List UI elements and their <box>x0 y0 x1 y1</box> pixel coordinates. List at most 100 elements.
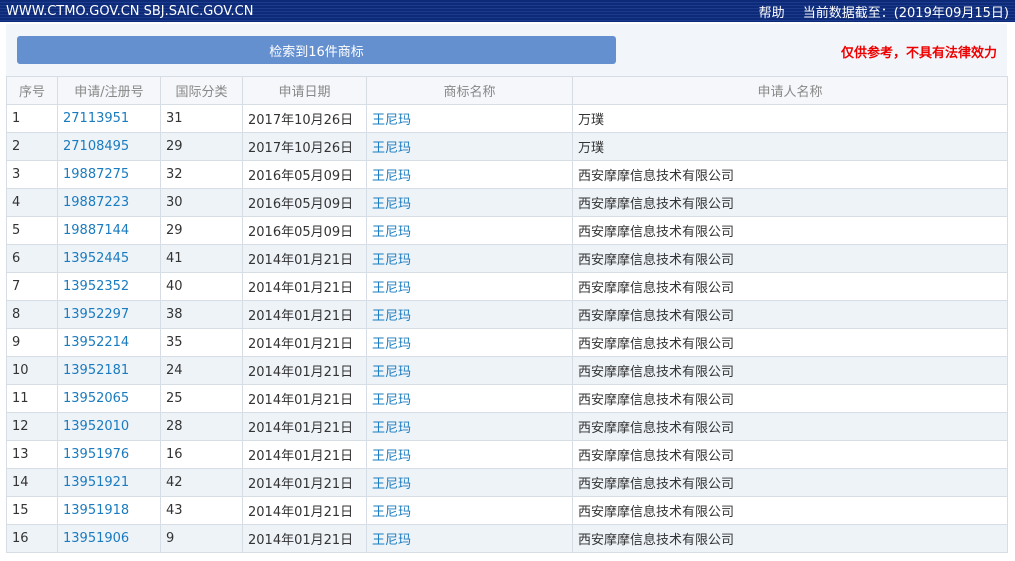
reg-number-link[interactable]: 13952065 <box>63 391 129 406</box>
table-row: 12 13952010 28 2014年01月21日 王尼玛 西安摩摩信息技术有限公司 <box>6 412 1008 441</box>
trademark-name-link[interactable]: 王尼玛 <box>372 141 411 156</box>
col-reg-number-cell: 13951976 <box>57 440 161 469</box>
col-reg-number-cell: 13952445 <box>57 244 161 273</box>
col-date-cell: 2014年01月21日 <box>242 468 367 497</box>
col-trademark-name-cell: 王尼玛 <box>366 384 573 413</box>
col-class-cell: 42 <box>160 468 243 497</box>
reg-number-link[interactable]: 13951918 <box>63 503 129 518</box>
col-class-cell: 38 <box>160 300 243 329</box>
col-class-cell: 29 <box>160 132 243 161</box>
col-class-cell: 40 <box>160 272 243 301</box>
table-row: 13 13951976 16 2014年01月21日 王尼玛 西安摩摩信息技术有限公司 <box>6 440 1008 469</box>
col-index-cell: 16 <box>6 524 58 553</box>
disclaimer: 仅供参考，不具有法律效力 <box>840 46 997 61</box>
col-trademark-name-cell: 王尼玛 <box>366 244 573 273</box>
trademark-name-link[interactable]: 王尼玛 <box>372 309 411 324</box>
reg-number-link[interactable]: 13952214 <box>63 335 129 350</box>
trademark-name-link[interactable]: 王尼玛 <box>372 281 411 296</box>
trademark-name-link[interactable]: 王尼玛 <box>372 505 411 520</box>
col-applicant-cell: 西安摩摩信息技术有限公司 <box>572 188 1008 217</box>
col-trademark-name-cell: 王尼玛 <box>366 524 573 553</box>
reg-number-link[interactable]: 19887144 <box>63 223 129 238</box>
reg-number-link[interactable]: 13951976 <box>63 447 129 462</box>
trademark-name-link[interactable]: 王尼玛 <box>372 365 411 380</box>
reg-number-link[interactable]: 27108495 <box>63 139 129 154</box>
header-col-applicant: 申请人名称 <box>572 76 1008 105</box>
col-reg-number-cell: 19887144 <box>57 216 161 245</box>
table-row: 11 13952065 25 2014年01月21日 王尼玛 西安摩摩信息技术有限公司 <box>6 384 1008 413</box>
col-date-cell: 2017年10月26日 <box>242 132 367 161</box>
col-date-cell: 2016年05月09日 <box>242 216 367 245</box>
col-date-cell: 2014年01月21日 <box>242 272 367 301</box>
col-trademark-name-cell: 王尼玛 <box>366 216 573 245</box>
col-class-cell: 25 <box>160 384 243 413</box>
trademark-table: 序号 申请/注册号 国际分类 申请日期 商标名称 申请人名称 1 27113951 31 201… <box>6 76 1008 553</box>
col-index-cell: 7 <box>6 272 58 301</box>
trademark-name-link[interactable]: 王尼玛 <box>372 393 411 408</box>
col-reg-number-cell: 19887275 <box>57 160 161 189</box>
trademark-name-link[interactable]: 王尼玛 <box>372 113 411 128</box>
table-row: 6 13952445 41 2014年01月21日 王尼玛 西安摩摩信息技术有限公司 <box>6 244 1008 273</box>
col-index-cell: 4 <box>6 188 58 217</box>
col-applicant-cell: 西安摩摩信息技术有限公司 <box>572 384 1008 413</box>
col-date-cell: 2014年01月21日 <box>242 244 367 273</box>
trademark-name-link[interactable]: 王尼玛 <box>372 225 411 240</box>
reg-number-link[interactable]: 13951921 <box>63 475 129 490</box>
table-row: 4 19887223 30 2016年05月09日 王尼玛 西安摩摩信息技术有限公司 <box>6 188 1008 217</box>
reg-number-link[interactable]: 13951906 <box>63 531 129 546</box>
col-class-cell: 31 <box>160 104 243 133</box>
col-date-cell: 2014年01月21日 <box>242 496 367 525</box>
col-date-cell: 2014年01月21日 <box>242 440 367 469</box>
trademark-name-link[interactable]: 王尼玛 <box>372 197 411 212</box>
col-trademark-name-cell: 王尼玛 <box>366 272 573 301</box>
reg-number-link[interactable]: 13952352 <box>63 279 129 294</box>
col-applicant-cell: 西安摩摩信息技术有限公司 <box>572 496 1008 525</box>
col-applicant-cell: 西安摩摩信息技术有限公司 <box>572 524 1008 553</box>
col-trademark-name-cell: 王尼玛 <box>366 468 573 497</box>
col-date-cell: 2016年05月09日 <box>242 160 367 189</box>
col-reg-number-cell: 13951906 <box>57 524 161 553</box>
col-reg-number-cell: 27108495 <box>57 132 161 161</box>
col-index-cell: 10 <box>6 356 58 385</box>
col-class-cell: 29 <box>160 216 243 245</box>
trademark-name-link[interactable]: 王尼玛 <box>372 449 411 464</box>
col-class-cell: 24 <box>160 356 243 385</box>
col-applicant-cell: 西安摩摩信息技术有限公司 <box>572 356 1008 385</box>
col-index-cell: 8 <box>6 300 58 329</box>
col-trademark-name-cell: 王尼玛 <box>366 132 573 161</box>
reg-number-link[interactable]: 13952445 <box>63 251 129 266</box>
col-class-cell: 32 <box>160 160 243 189</box>
trademark-name-link[interactable]: 王尼玛 <box>372 337 411 352</box>
col-reg-number-cell: 13952297 <box>57 300 161 329</box>
trademark-name-link[interactable]: 王尼玛 <box>372 421 411 436</box>
search-result-button[interactable]: 检索到16件商标 <box>17 36 616 64</box>
reg-number-link[interactable]: 13952181 <box>63 363 129 378</box>
col-class-cell: 16 <box>160 440 243 469</box>
col-class-cell: 9 <box>160 524 243 553</box>
col-date-cell: 2014年01月21日 <box>242 328 367 357</box>
col-applicant-cell: 万璞 <box>572 132 1008 161</box>
reg-number-link[interactable]: 27113951 <box>63 111 129 126</box>
trademark-name-link[interactable]: 王尼玛 <box>372 477 411 492</box>
col-reg-number-cell: 13951918 <box>57 496 161 525</box>
col-index-cell: 3 <box>6 160 58 189</box>
col-class-cell: 35 <box>160 328 243 357</box>
col-trademark-name-cell: 王尼玛 <box>366 188 573 217</box>
col-trademark-name-cell: 王尼玛 <box>366 160 573 189</box>
col-index-cell: 11 <box>6 384 58 413</box>
reg-number-link[interactable]: 19887275 <box>63 167 129 182</box>
col-trademark-name-cell: 王尼玛 <box>366 440 573 469</box>
table-row: 9 13952214 35 2014年01月21日 王尼玛 西安摩摩信息技术有限公司 <box>6 328 1008 357</box>
col-applicant-cell: 西安摩摩信息技术有限公司 <box>572 216 1008 245</box>
reg-number-link[interactable]: 13952010 <box>63 419 129 434</box>
reg-number-link[interactable]: 19887223 <box>63 195 129 210</box>
trademark-name-link[interactable]: 王尼玛 <box>372 253 411 268</box>
reg-number-link[interactable]: 13952297 <box>63 307 129 322</box>
col-date-cell: 2014年01月21日 <box>242 356 367 385</box>
col-trademark-name-cell: 王尼玛 <box>366 104 573 133</box>
col-applicant-cell: 西安摩摩信息技术有限公司 <box>572 468 1008 497</box>
trademark-name-link[interactable]: 王尼玛 <box>372 533 411 548</box>
table-row: 1 27113951 31 2017年10月26日 王尼玛 万璞 <box>6 104 1008 133</box>
trademark-name-link[interactable]: 王尼玛 <box>372 169 411 184</box>
help-link[interactable]: 帮助 <box>759 6 785 21</box>
